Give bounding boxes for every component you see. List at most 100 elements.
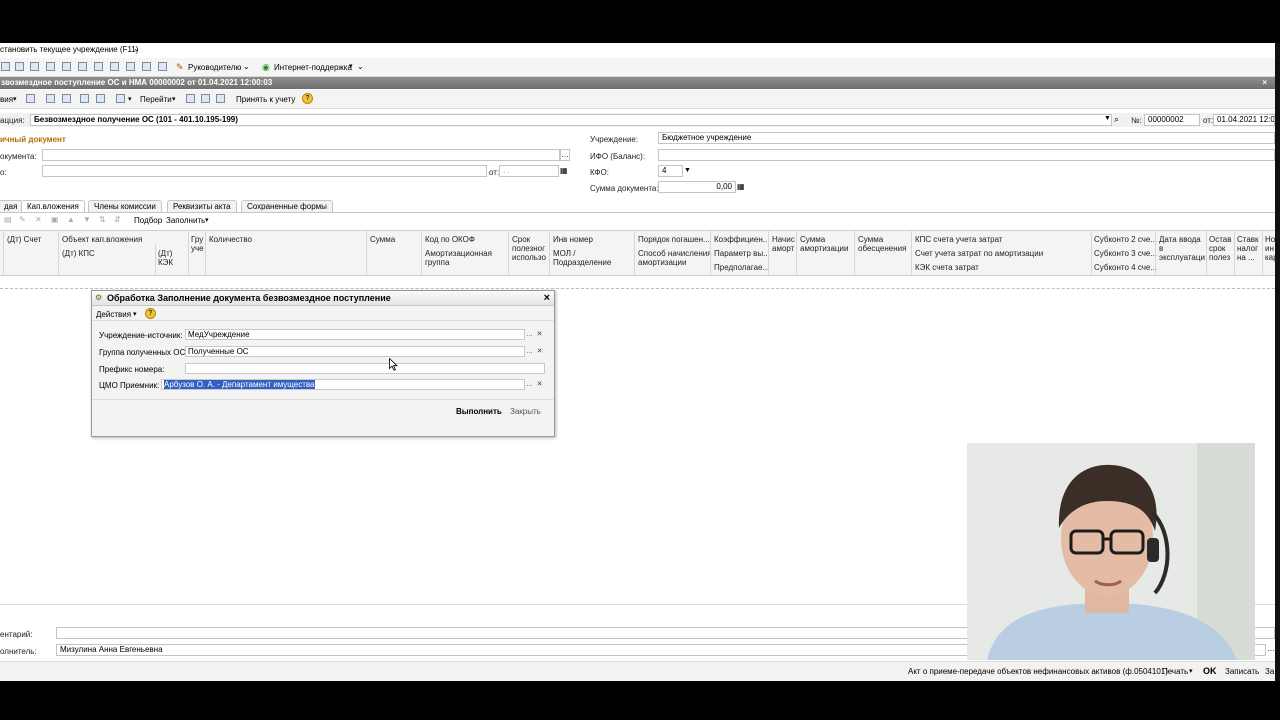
- add-row-icon[interactable]: ▤: [4, 215, 12, 224]
- restore-institution-menu[interactable]: становить текущее учреждение (F11): [0, 45, 138, 54]
- chevron-down-icon[interactable]: ▾: [205, 216, 209, 224]
- col-remaining-term[interactable]: Остав: [1209, 235, 1232, 244]
- calculator-icon[interactable]: ▦: [737, 182, 745, 191]
- sort-asc-icon[interactable]: ⇅: [99, 215, 106, 224]
- toolbar-icon-6[interactable]: [78, 62, 87, 71]
- refresh-icon[interactable]: [62, 94, 71, 103]
- col-group[interactable]: Гру: [191, 235, 203, 244]
- col-commission-date-2[interactable]: в: [1159, 244, 1163, 253]
- col-impairment-sum[interactable]: Сумма: [858, 235, 883, 244]
- chevron-down-icon[interactable]: ⌄: [243, 62, 250, 71]
- col-kek[interactable]: КЭК: [158, 258, 173, 267]
- move-down-icon[interactable]: ▼: [83, 215, 91, 224]
- doc-number-field[interactable]: [42, 165, 487, 177]
- chevron-down-icon[interactable]: ⌄: [133, 44, 140, 53]
- dialog-close-button[interactable]: Закрыть: [510, 407, 541, 416]
- toolbar-icon-7[interactable]: [94, 62, 103, 71]
- fill-button[interactable]: Заполнить: [166, 216, 205, 225]
- end-edit-icon[interactable]: ▣: [51, 215, 59, 224]
- col-tax-rate-2[interactable]: налог: [1237, 244, 1258, 253]
- print-icon[interactable]: [216, 94, 225, 103]
- ok-button[interactable]: OK: [1203, 666, 1217, 676]
- close-button[interactable]: За: [1265, 667, 1274, 676]
- col-accrue[interactable]: Начис: [772, 235, 795, 244]
- institution-field[interactable]: Бюджетное учреждение: [658, 132, 1275, 144]
- col-cost-kps[interactable]: КПС счета учета затрат: [915, 235, 1003, 244]
- col-commission-date-3[interactable]: эксплуатаци: [1159, 253, 1205, 262]
- search-icon[interactable]: ⌕: [1114, 114, 1119, 125]
- col-tax-rate-3[interactable]: на ...: [1237, 253, 1255, 262]
- group-field[interactable]: Полученные ОС: [185, 346, 525, 357]
- delete-icon[interactable]: [96, 94, 105, 103]
- sum-field[interactable]: 0,00: [658, 181, 736, 193]
- col-department[interactable]: Подразделение: [553, 258, 611, 267]
- tab-saved-forms[interactable]: Сохраненные формы: [241, 200, 333, 212]
- toolbar-icon-8[interactable]: [110, 62, 119, 71]
- cmo-field[interactable]: Арбузов О. А. - Департамент имущества: [161, 379, 525, 390]
- col-amort-method[interactable]: Способ начисления: [638, 249, 712, 258]
- col-amort-method-2[interactable]: амортизации: [638, 258, 686, 267]
- col-sum[interactable]: Сумма: [370, 235, 395, 244]
- col-term-2[interactable]: полезног: [512, 244, 545, 253]
- col-commission-date[interactable]: Дата ввода: [1159, 235, 1201, 244]
- manager-button[interactable]: Руководителю: [188, 63, 241, 72]
- col-mol[interactable]: МОЛ /: [553, 249, 576, 258]
- col-repayment-order[interactable]: Порядок погашен...: [638, 235, 710, 244]
- chevron-down-icon[interactable]: ⌄: [357, 62, 364, 71]
- save-button[interactable]: Записать: [1225, 667, 1259, 676]
- toolbar-icon-11[interactable]: [158, 62, 167, 71]
- chevron-down-icon[interactable]: ▾: [1189, 667, 1193, 675]
- chevron-down-icon[interactable]: ▾: [172, 95, 176, 103]
- goto-menu[interactable]: Перейти: [140, 95, 172, 104]
- col-tax-rate[interactable]: Ставк: [1237, 235, 1259, 244]
- doc-field[interactable]: [42, 149, 560, 161]
- internet-support-button[interactable]: Интернет-поддержка: [274, 63, 352, 72]
- cmo-select-button[interactable]: …: [525, 380, 534, 389]
- col-remaining-term-3[interactable]: полез: [1209, 253, 1230, 262]
- executor-select-button[interactable]: …: [1267, 644, 1275, 653]
- chevron-down-icon[interactable]: ▾: [128, 95, 132, 103]
- ifo-field[interactable]: [658, 149, 1275, 161]
- toolbar-icon-1[interactable]: [1, 62, 10, 71]
- cmo-clear-icon[interactable]: ✕: [535, 380, 544, 389]
- doc-select-button[interactable]: …: [560, 149, 570, 161]
- prefix-field[interactable]: [185, 363, 545, 374]
- edit-row-icon[interactable]: ✎: [19, 215, 26, 224]
- col-term[interactable]: Срок: [512, 235, 530, 244]
- col-card-2[interactable]: ин: [1265, 244, 1274, 253]
- chevron-down-icon[interactable]: ▾: [13, 95, 17, 103]
- col-inv-number[interactable]: Инв номер: [553, 235, 593, 244]
- add-icon[interactable]: [80, 94, 89, 103]
- calendar-icon[interactable]: ▦: [560, 166, 568, 175]
- col-card[interactable]: Но: [1265, 235, 1275, 244]
- col-subconto-3[interactable]: Субконто 3 сче...: [1094, 249, 1157, 258]
- col-accrue-2[interactable]: аморт: [772, 244, 794, 253]
- col-cost-amort-account[interactable]: Счет учета затрат по амортизации: [915, 249, 1043, 258]
- help-icon[interactable]: ?: [302, 93, 313, 104]
- close-icon[interactable]: ×: [1262, 77, 1267, 89]
- execute-button[interactable]: Выполнить: [456, 407, 502, 416]
- toolbar-icon-5[interactable]: [62, 62, 71, 71]
- tab-general[interactable]: дая: [0, 200, 24, 212]
- delete-row-icon[interactable]: ✕: [35, 215, 42, 224]
- col-impairment-sum-2[interactable]: обесценения: [858, 244, 906, 253]
- toolbar-icon-2[interactable]: [15, 62, 24, 71]
- col-amort-sum[interactable]: Сумма: [800, 235, 825, 244]
- col-amort-group-2[interactable]: группа: [425, 258, 449, 267]
- group-clear-icon[interactable]: ✕: [535, 347, 544, 356]
- tab-act-details[interactable]: Реквизиты акта: [167, 200, 237, 212]
- number-field[interactable]: 00000002: [1144, 114, 1200, 126]
- actions-menu[interactable]: вия: [0, 95, 13, 104]
- print-button[interactable]: Печать: [1162, 667, 1188, 676]
- col-expected[interactable]: Предполагае...: [714, 263, 769, 272]
- source-select-button[interactable]: …: [525, 330, 534, 339]
- source-field[interactable]: МедУчреждение: [185, 329, 525, 340]
- toolbar-icon-4[interactable]: [46, 62, 55, 71]
- save-icon[interactable]: [26, 94, 35, 103]
- operation-field[interactable]: Безвозмездное получение ОС (101 - 401.10…: [30, 114, 1112, 126]
- pick-button[interactable]: Подбор: [134, 216, 162, 225]
- chevron-down-icon[interactable]: ▾: [349, 62, 353, 70]
- col-amort-group[interactable]: Амортизационная: [425, 249, 492, 258]
- dialog-actions-menu[interactable]: Действия: [96, 310, 131, 319]
- structure-icon[interactable]: [116, 94, 125, 103]
